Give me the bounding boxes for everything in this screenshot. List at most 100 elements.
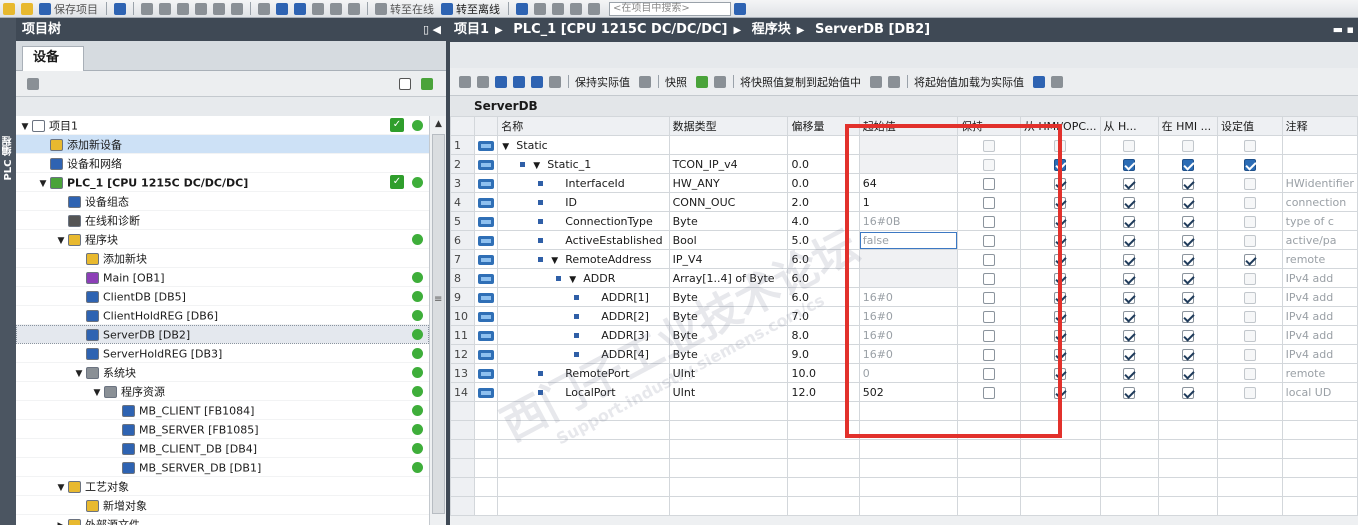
checkbox[interactable] [1123, 196, 1136, 209]
row-number[interactable]: 2 [449, 154, 476, 174]
paste-icon[interactable] [177, 2, 189, 15]
scrollbar-thumb[interactable] [432, 134, 445, 514]
data-type-cell[interactable]: Array[1..4] of Byte [668, 268, 789, 288]
checkbox[interactable] [1054, 196, 1067, 209]
table-row[interactable]: 5 ConnectionType Byte 4.0 16#0B type of c [449, 211, 1358, 231]
checkbox[interactable] [1123, 329, 1136, 342]
start-value-cell[interactable] [858, 268, 959, 288]
list-view-icon[interactable] [531, 75, 543, 88]
tree-item[interactable]: ServerDB [DB2] [16, 325, 429, 344]
column-header-type[interactable]: 数据类型 [668, 116, 789, 136]
name-cell[interactable]: ADDR[4] [497, 344, 670, 364]
open-project-icon[interactable] [21, 2, 33, 15]
checkbox[interactable] [1181, 310, 1194, 323]
row-number[interactable]: 1 [449, 135, 476, 155]
table-row[interactable]: 6 ActiveEstablished Bool 5.0 false active/pa [449, 230, 1358, 250]
data-type-cell[interactable]: Byte [668, 344, 789, 364]
checkbox[interactable] [1054, 386, 1067, 399]
keep-actual-values-button[interactable]: 保持实际值 [575, 74, 630, 90]
search-binoculars-icon[interactable] [734, 2, 746, 15]
row-number[interactable]: 5 [449, 211, 476, 231]
checkbox[interactable] [982, 196, 995, 209]
checkbox[interactable] [982, 329, 995, 342]
checkbox[interactable] [1123, 348, 1136, 361]
copy-snapshot-all-icon[interactable] [888, 75, 900, 88]
copy-snapshot-to-start-button[interactable]: 将快照值复制到起始值中 [740, 74, 861, 90]
go-online-icon[interactable] [375, 2, 387, 15]
name-cell[interactable]: ▼ Static_1 [497, 154, 670, 174]
checkbox[interactable] [1123, 310, 1136, 323]
name-cell[interactable]: ConnectionType [497, 211, 670, 231]
checkbox[interactable] [1054, 310, 1067, 323]
checkbox[interactable] [1054, 158, 1067, 171]
tab-devices[interactable]: 设备 [22, 46, 84, 71]
stop-icon[interactable] [348, 2, 360, 15]
expand-arrow-icon[interactable]: ▶ [56, 517, 66, 525]
expand-arrow-icon[interactable]: ▼ [569, 275, 583, 285]
checkbox[interactable] [982, 234, 995, 247]
checkbox[interactable] [1243, 253, 1256, 266]
checkbox[interactable] [982, 177, 995, 190]
data-type-cell[interactable] [668, 135, 789, 155]
checkbox[interactable] [1123, 158, 1136, 171]
load-start-icon[interactable] [1033, 75, 1045, 88]
checkbox[interactable] [1054, 272, 1067, 285]
checkbox[interactable] [982, 272, 995, 285]
tree-item[interactable]: ▼ PLC_1 [CPU 1215C DC/DC/DC] ✓ [16, 173, 429, 192]
tree-item[interactable]: 添加新设备 [16, 135, 429, 154]
breadcrumb-item[interactable]: 项目1 [454, 22, 489, 37]
checkbox[interactable] [982, 310, 995, 323]
expand-all-icon[interactable] [495, 75, 507, 88]
start-value-cell[interactable]: 0 [858, 363, 959, 383]
tree-item[interactable]: MB_CLIENT_DB [DB4] [16, 439, 429, 458]
checkbox[interactable] [1123, 291, 1136, 304]
simulation-icon[interactable] [312, 2, 324, 15]
checkbox[interactable] [1123, 253, 1136, 266]
table-row[interactable]: 10 ADDR[2] Byte 7.0 16#0 IPv4 add [449, 306, 1358, 326]
column-header-start-value[interactable]: 起始值 [858, 116, 959, 136]
start-value-cell[interactable] [858, 135, 959, 155]
checkbox[interactable] [1181, 272, 1194, 285]
project-search-input[interactable]: <在项目中搜索> [609, 1, 731, 16]
tree-item[interactable]: ▼ 工艺对象 [16, 477, 429, 496]
comment-cell[interactable]: remote [1281, 249, 1358, 269]
checkbox[interactable] [1181, 348, 1194, 361]
checkbox[interactable] [1181, 215, 1194, 228]
comment-cell[interactable]: IPv4 add [1281, 306, 1358, 326]
comment-cell[interactable]: IPv4 add [1281, 268, 1358, 288]
go-online-button[interactable]: 转至在线 [390, 1, 434, 17]
collapse-panel-icon[interactable]: ▯ ◀ [423, 18, 441, 41]
table-row[interactable]: 4 ID CONN_OUC 2.0 1 connection [449, 192, 1358, 212]
tree-item[interactable]: ▼ 程序块 [16, 230, 429, 249]
row-number[interactable]: 11 [449, 325, 476, 345]
data-type-cell[interactable]: TCON_IP_v4 [668, 154, 789, 174]
checkbox[interactable] [982, 348, 995, 361]
comment-cell[interactable] [1281, 135, 1358, 155]
breadcrumb-item[interactable]: 程序块 [752, 22, 791, 37]
row-number[interactable]: 13 [449, 363, 476, 383]
column-header-offset[interactable]: 偏移量 [787, 116, 860, 136]
table-row[interactable]: 12 ADDR[4] Byte 9.0 16#0 IPv4 add [449, 344, 1358, 364]
name-cell[interactable]: ADDR[1] [497, 287, 670, 307]
upload-icon[interactable] [294, 2, 306, 15]
collapse-all-icon[interactable] [513, 75, 525, 88]
table-row[interactable]: 2 ▼ Static_1 TCON_IP_v4 0.0 [449, 154, 1358, 174]
tree-item[interactable]: 在线和诊断 [16, 211, 429, 230]
download-icon[interactable] [276, 2, 288, 15]
redo-icon[interactable] [231, 2, 243, 15]
portal-vertical-tab[interactable]: PLC 编程 [0, 18, 16, 525]
data-type-cell[interactable]: Byte [668, 325, 789, 345]
row-number[interactable]: 4 [449, 192, 476, 212]
tree-item[interactable]: 设备和网络 [16, 154, 429, 173]
tree-item[interactable]: 新增对象 [16, 496, 429, 515]
comment-cell[interactable]: connection [1281, 192, 1358, 212]
data-type-cell[interactable]: IP_V4 [668, 249, 789, 269]
overview-icon[interactable] [399, 78, 411, 90]
checkbox[interactable] [1054, 234, 1067, 247]
tree-item[interactable]: ▼ 项目1 ✓ [16, 116, 429, 135]
window-controls-icon[interactable]: ▬ ▪ [1333, 18, 1354, 42]
column-header-name[interactable]: 名称 [497, 116, 670, 136]
table-row[interactable]: 11 ADDR[3] Byte 8.0 16#0 IPv4 add [449, 325, 1358, 345]
data-type-cell[interactable]: Byte [668, 287, 789, 307]
keep-actual-values-icon[interactable] [639, 75, 651, 88]
